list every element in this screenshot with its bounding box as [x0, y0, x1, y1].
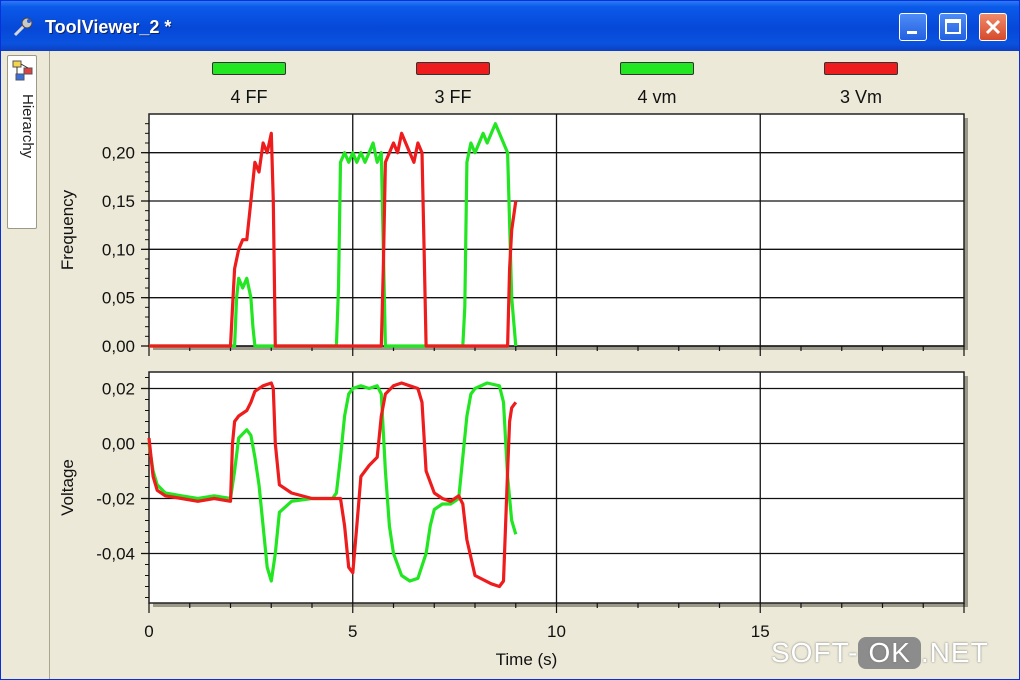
y-axis-label: Voltage [58, 459, 77, 516]
y-tick-label: 0,10 [102, 240, 135, 259]
y-tick-label: -0,02 [96, 490, 135, 509]
y-axis-label: Frequency [58, 189, 77, 270]
watermark: SOFT- OK .NET [771, 637, 989, 669]
x-tick-label: 10 [547, 622, 566, 641]
x-tick-label: 5 [348, 622, 357, 641]
y-tick-label: 0,00 [102, 337, 135, 356]
y-tick-label: -0,04 [96, 545, 135, 564]
y-tick-label: 0,02 [102, 380, 135, 399]
tool-viewer-window: ToolViewer_2 * Hierarchy 4 FF 3 FF 4 vm … [0, 0, 1020, 680]
x-tick-label: 0 [144, 622, 153, 641]
y-tick-label: 0,20 [102, 144, 135, 163]
watermark-right: .NET [920, 637, 989, 668]
watermark-left: SOFT- [771, 637, 859, 668]
x-tick-label: 15 [751, 622, 770, 641]
watermark-box: OK [858, 637, 921, 669]
y-tick-label: 0,00 [102, 435, 135, 454]
plot-area: 0,00 0,05 0,10 0,15 0,20 Frequency 0,02 0,00 -0,… [58, 113, 968, 669]
y-tick-label: 0,15 [102, 192, 135, 211]
y-tick-label: 0,05 [102, 289, 135, 308]
x-axis-label: Time (s) [496, 650, 558, 669]
